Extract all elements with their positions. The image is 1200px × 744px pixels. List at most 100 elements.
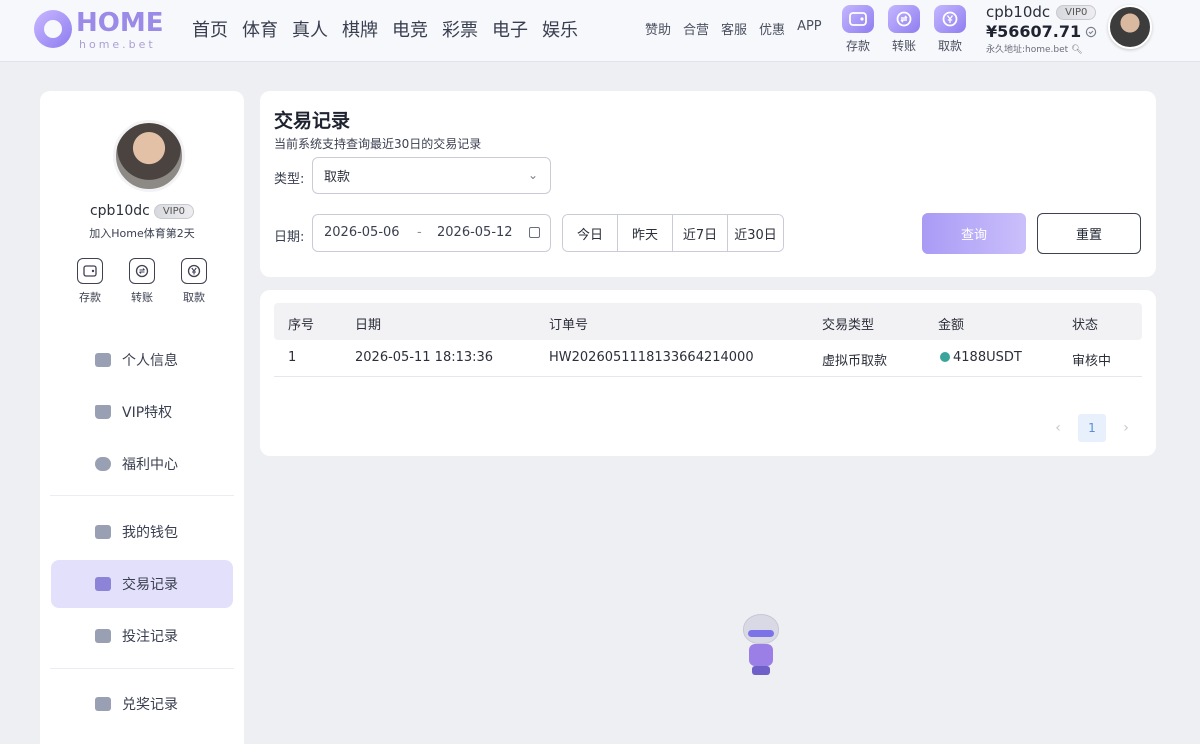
logo-mark-icon — [34, 10, 72, 48]
refresh-icon[interactable] — [1085, 26, 1097, 38]
sidebar-transfer-button[interactable]: 转账 — [128, 258, 156, 305]
nav-live[interactable]: 真人 — [292, 16, 328, 42]
date-end-value: 2026-05-12 — [437, 225, 513, 240]
sidebar-deposit-label: 存款 — [79, 291, 101, 304]
yen-icon — [934, 5, 966, 33]
nav-home[interactable]: 首页 — [192, 16, 228, 42]
main-nav: 首页 体育 真人 棋牌 电竞 彩票 电子 娱乐 — [192, 16, 578, 42]
range-7days-button[interactable]: 近7日 — [673, 215, 728, 251]
sub-nav: 赞助 合营 客服 优惠 APP — [645, 19, 822, 38]
wallet-icon — [95, 525, 111, 539]
header-transfer-label: 转账 — [891, 39, 916, 53]
subnav-partner[interactable]: 合营 — [683, 19, 709, 38]
type-select[interactable]: 取款 ⌄ — [312, 157, 551, 194]
cell-status: 审核中 — [1072, 354, 1112, 369]
header-deposit-button[interactable]: 存款 — [838, 5, 878, 54]
bet-record-icon — [95, 629, 111, 643]
quick-range-group: 今日 昨天 近7日 近30日 — [562, 214, 784, 252]
gift-icon — [95, 697, 111, 711]
header-avatar[interactable] — [1108, 5, 1152, 49]
sidebar-item-transactions[interactable]: 交易记录 — [51, 560, 233, 608]
cell-amount-value: 4188USDT — [953, 350, 1022, 365]
wallet-icon — [842, 5, 874, 33]
sidebar-item-label: 兑奖记录 — [122, 697, 178, 713]
nav-cards[interactable]: 棋牌 — [342, 16, 378, 42]
range-yesterday-button[interactable]: 昨天 — [618, 215, 673, 251]
table-row[interactable]: 1 2026-05-11 18:13:36 HW2026051118133664… — [274, 341, 1142, 377]
cell-type: 虚拟币取款 — [822, 354, 888, 369]
type-label: 类型: — [274, 172, 305, 187]
sidebar-item-rewards[interactable]: 兑奖记录 — [51, 680, 233, 728]
page-subtitle: 当前系统支持查询最近30日的交易记录 — [274, 137, 482, 151]
mascot-legs — [752, 666, 770, 675]
nav-slots[interactable]: 电子 — [492, 16, 528, 42]
header-username: cpb10dc — [986, 3, 1051, 21]
id-card-icon — [95, 353, 111, 367]
sidebar-item-wallet[interactable]: 我的钱包 — [51, 508, 233, 556]
sidebar-item-label: VIP特权 — [122, 405, 173, 421]
subnav-sponsor[interactable]: 赞助 — [645, 19, 671, 38]
sidebar-item-profile[interactable]: 个人信息 — [51, 336, 233, 384]
nav-sports[interactable]: 体育 — [242, 16, 278, 42]
date-label: 日期: — [274, 230, 305, 245]
sidebar: cpb10dc VIP0 加入Home体育第2天 存款 转账 取款 个人信息 V… — [40, 91, 244, 744]
header-transfer-button[interactable]: 转账 — [884, 5, 924, 54]
permanent-address: 永久地址:home.bet — [986, 45, 1069, 55]
usdt-coin-icon — [940, 352, 950, 362]
sidebar-divider — [50, 495, 234, 496]
reset-button[interactable]: 重置 — [1037, 213, 1141, 254]
sidebar-withdraw-button[interactable]: 取款 — [180, 258, 208, 305]
yen-icon — [181, 258, 207, 284]
query-button[interactable]: 查询 — [922, 213, 1026, 254]
cell-order: HW2026051118133664214000 — [549, 350, 754, 365]
header-withdraw-button[interactable]: 取款 — [930, 5, 970, 54]
subnav-app[interactable]: APP — [797, 19, 822, 38]
avatar[interactable] — [113, 120, 185, 192]
type-select-value: 取款 — [324, 170, 351, 185]
range-30days-button[interactable]: 近30日 — [728, 215, 783, 251]
header-balance: ¥56607.71 — [986, 22, 1082, 41]
column-index: 序号 — [288, 318, 315, 333]
date-separator: - — [417, 225, 422, 240]
logo[interactable]: HOME home.bet — [34, 6, 164, 54]
transfer-icon — [129, 258, 155, 284]
column-order: 订单号 — [549, 318, 589, 333]
filter-panel: 交易记录 当前系统支持查询最近30日的交易记录 类型: 取款 ⌄ 日期: 202… — [260, 91, 1156, 277]
crown-icon — [95, 405, 111, 419]
top-header: HOME home.bet 首页 体育 真人 棋牌 电竞 彩票 电子 娱乐 赞助… — [0, 0, 1200, 62]
mascot-head — [743, 614, 779, 644]
sidebar-item-benefits[interactable]: 福利中心 — [51, 440, 233, 488]
ticket-icon — [95, 457, 111, 471]
column-amount: 金额 — [938, 318, 965, 333]
chevron-down-icon: ⌄ — [527, 168, 538, 182]
range-today-button[interactable]: 今日 — [563, 215, 618, 251]
prev-page-icon[interactable]: ‹ — [1052, 420, 1064, 436]
sidebar-username: cpb10dc — [89, 203, 150, 219]
nav-esports[interactable]: 电竞 — [392, 16, 428, 42]
sidebar-item-label: 我的钱包 — [122, 525, 178, 541]
page-number[interactable]: 1 — [1078, 414, 1106, 442]
cell-date: 2026-05-11 18:13:36 — [355, 350, 494, 365]
sidebar-item-label: 投注记录 — [122, 629, 178, 645]
calendar-icon — [529, 227, 540, 238]
logo-text: HOME — [76, 8, 164, 38]
records-icon — [95, 577, 111, 591]
sidebar-item-bets[interactable]: 投注记录 — [51, 612, 233, 660]
nav-lottery[interactable]: 彩票 — [442, 16, 478, 42]
sidebar-item-label: 个人信息 — [122, 353, 178, 369]
date-range-picker[interactable]: 2026-05-06 - 2026-05-12 — [312, 214, 551, 252]
sidebar-withdraw-label: 取款 — [183, 291, 205, 304]
next-page-icon[interactable]: › — [1120, 420, 1132, 436]
wallet-icon — [77, 258, 103, 284]
pagination: ‹ 1 › — [1052, 414, 1132, 442]
subnav-promotions[interactable]: 优惠 — [759, 19, 785, 38]
search-icon: 🔍︎ — [1071, 45, 1083, 55]
cell-amount: 4188USDT — [940, 350, 1022, 365]
sidebar-divider — [50, 668, 234, 669]
sidebar-item-vip[interactable]: VIP特权 — [51, 388, 233, 436]
header-user-info: cpb10dc VIP0 ¥56607.71 永久地址:home.bet 🔍︎ — [986, 3, 1106, 55]
sidebar-deposit-button[interactable]: 存款 — [76, 258, 104, 305]
subnav-support[interactable]: 客服 — [721, 19, 747, 38]
column-status: 状态 — [1072, 318, 1099, 333]
nav-entertainment[interactable]: 娱乐 — [542, 16, 578, 42]
